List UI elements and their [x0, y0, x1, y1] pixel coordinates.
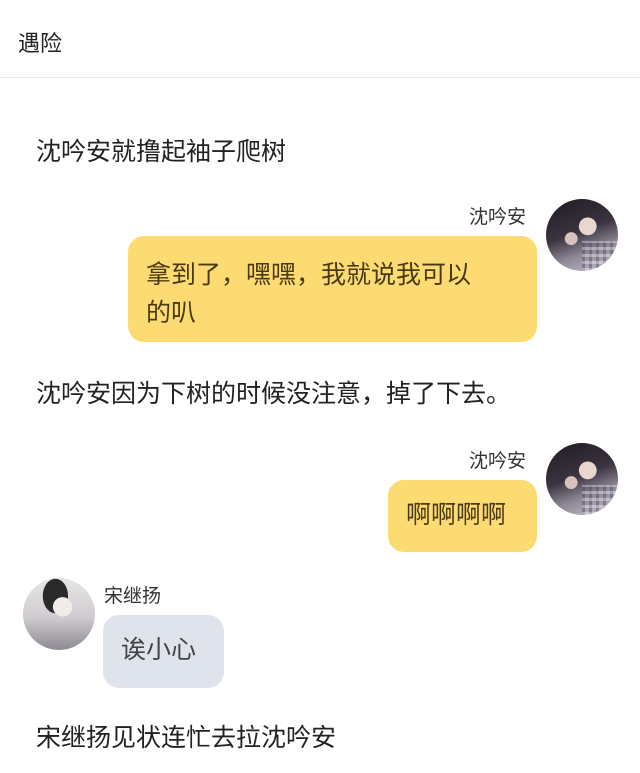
- speaker-name: 沈吟安: [469, 206, 527, 228]
- app-header: 遇险: [0, 0, 640, 78]
- message-text: 啊啊啊啊: [406, 500, 507, 529]
- narration-text: 沈吟安因为下树的时候没注意，掉了下去。: [36, 379, 512, 408]
- narration-text: 沈吟安就撸起袖子爬树: [36, 137, 287, 166]
- narration-text: 宋继扬见状连忙去拉沈吟安: [36, 723, 337, 752]
- speaker-name: 沈吟安: [469, 450, 527, 472]
- message-text-line: 拿到了，嘿嘿，我就说我可以: [146, 260, 472, 289]
- message-bubble[interactable]: 啊啊啊啊: [388, 480, 537, 552]
- message-text: 诶小心: [121, 635, 197, 664]
- speaker-name: 宋继扬: [104, 585, 162, 607]
- message-bubble[interactable]: 诶小心: [103, 615, 224, 688]
- girl-avatar-icon[interactable]: [546, 443, 618, 515]
- boy-avatar-icon[interactable]: [23, 578, 95, 650]
- message-text-line: 的叭: [146, 298, 197, 327]
- page-title: 遇险: [18, 32, 63, 57]
- message-bubble[interactable]: 拿到了，嘿嘿，我就说我可以 的叭: [128, 236, 537, 342]
- girl-avatar-icon[interactable]: [546, 199, 618, 271]
